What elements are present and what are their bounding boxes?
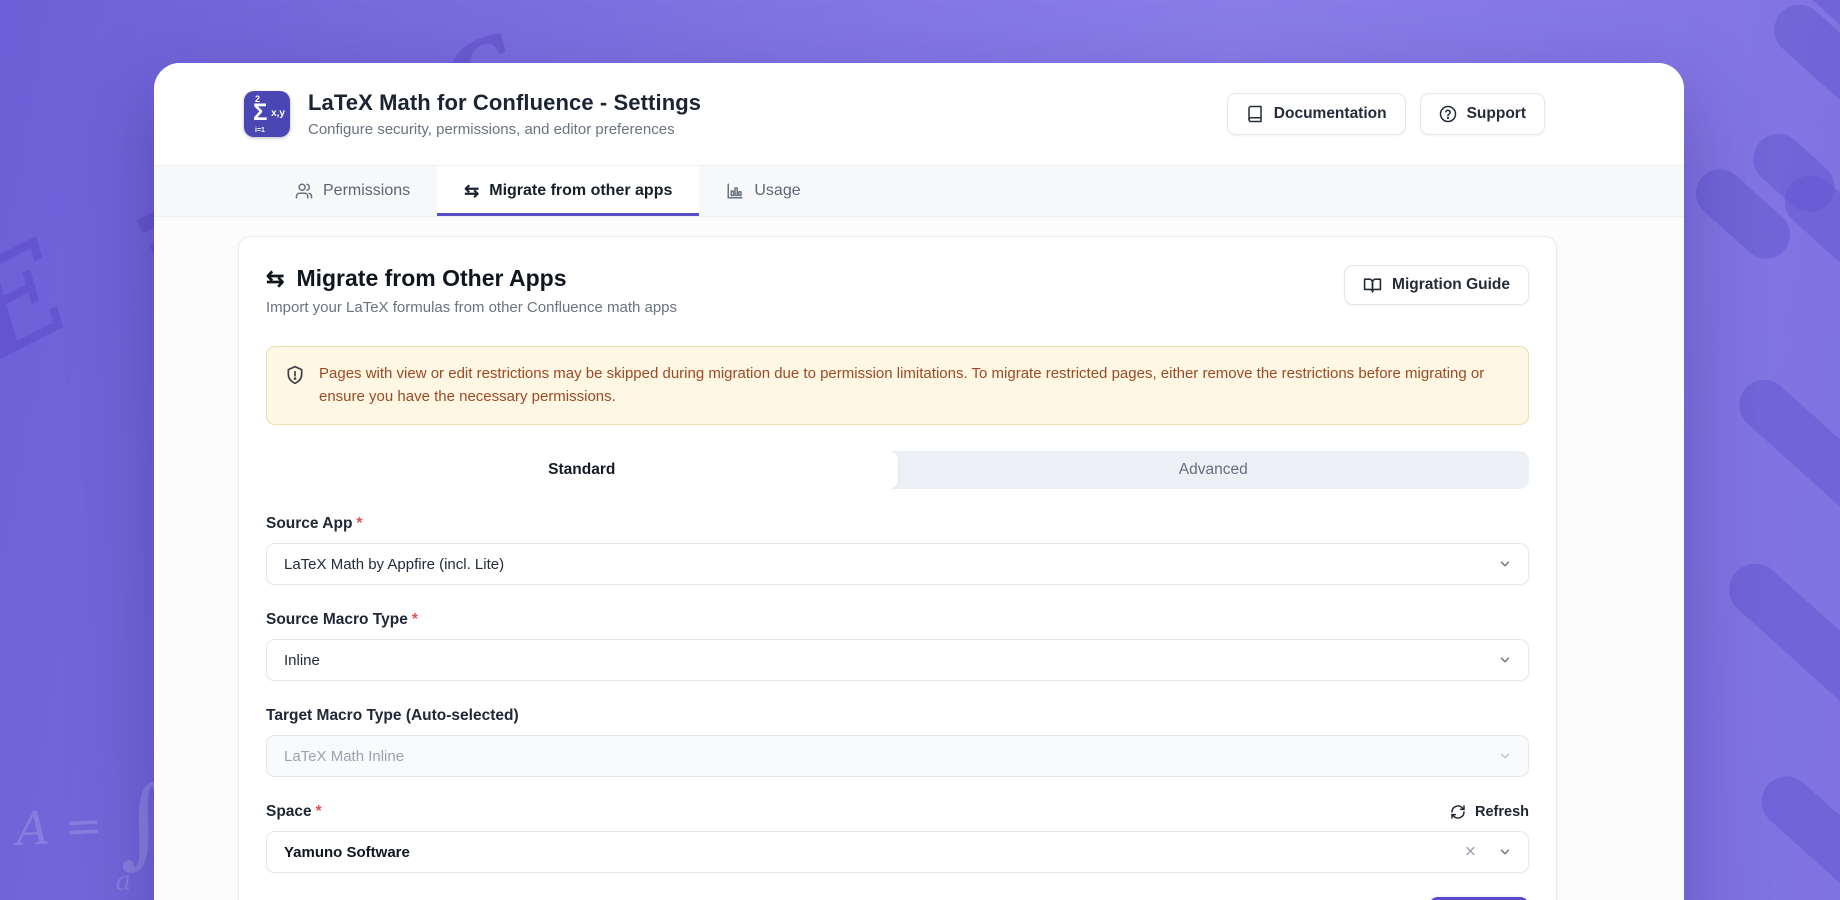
space-label: Space*: [266, 803, 322, 821]
required-asterisk: *: [356, 515, 362, 532]
migrate-panel: ⇆ Migrate from Other Apps Import your La…: [238, 236, 1557, 900]
refresh-icon: [1450, 804, 1466, 820]
permissions-warning-banner: Pages with view or edit restrictions may…: [266, 346, 1529, 425]
chevron-down-icon: [1498, 749, 1512, 763]
clear-selection-icon[interactable]: ×: [1465, 843, 1476, 862]
tab-migrate-from-other-apps[interactable]: ⇆ Migrate from other apps: [437, 166, 699, 216]
panel-subtitle: Import your LaTeX formulas from other Co…: [266, 299, 677, 316]
page-title: LaTeX Math for Confluence - Settings: [308, 90, 1227, 116]
chevron-down-icon: [1498, 653, 1512, 667]
source-macro-type-select[interactable]: Inline: [266, 639, 1529, 681]
shield-alert-icon: [285, 363, 305, 385]
tab-bar: Permissions ⇆ Migrate from other apps Us…: [154, 165, 1684, 217]
mode-standard[interactable]: Standard: [266, 451, 898, 489]
target-macro-type-label: Target Macro Type (Auto-selected): [266, 707, 519, 725]
decor-streak: [1719, 553, 1840, 779]
field-target-macro-type: Target Macro Type (Auto-selected) LaTeX …: [266, 707, 1529, 777]
documentation-button[interactable]: Documentation: [1227, 93, 1406, 135]
help-circle-icon: [1439, 105, 1457, 123]
refresh-button[interactable]: Refresh: [1450, 804, 1529, 820]
source-macro-type-label: Source Macro Type*: [266, 611, 418, 629]
required-asterisk: *: [316, 803, 322, 820]
panel-title: ⇆ Migrate from Other Apps: [266, 265, 677, 292]
tab-usage[interactable]: Usage: [699, 166, 827, 216]
tab-permissions[interactable]: Permissions: [268, 166, 437, 216]
tab-content: ⇆ Migrate from Other Apps Import your La…: [154, 217, 1684, 900]
mode-toggle: Standard Advanced: [266, 451, 1529, 489]
open-book-icon: [1363, 276, 1382, 295]
app-logo-icon: 2 Σ i=1 x,y: [244, 91, 290, 137]
panel-header: ⇆ Migrate from Other Apps Import your La…: [266, 265, 1529, 316]
book-icon: [1246, 105, 1264, 123]
decor-streak: [1751, 766, 1840, 900]
mode-advanced[interactable]: Advanced: [898, 451, 1530, 489]
page-subtitle: Configure security, permissions, and edi…: [308, 121, 1227, 138]
field-source-app: Source App* LaTeX Math by Appfire (incl.…: [266, 515, 1529, 585]
field-source-macro-type: Source Macro Type* Inline: [266, 611, 1529, 681]
swap-arrows-icon: ⇆: [266, 268, 284, 290]
app-titles: LaTeX Math for Confluence - Settings Con…: [308, 90, 1227, 138]
support-button[interactable]: Support: [1420, 93, 1545, 135]
app-header: 2 Σ i=1 x,y LaTeX Math for Confluence - …: [154, 63, 1684, 165]
space-select[interactable]: Yamuno Software ×: [266, 831, 1529, 873]
warning-text: Pages with view or edit restrictions may…: [319, 363, 1510, 408]
required-asterisk: *: [412, 611, 418, 628]
source-app-label: Source App*: [266, 515, 362, 533]
chevron-down-icon: [1498, 557, 1512, 571]
decor-streak: [1729, 370, 1840, 541]
swap-arrows-icon: ⇆: [464, 182, 479, 200]
field-space: Space* Refresh Yamuno Software ×: [266, 803, 1529, 873]
target-macro-type-select: LaTeX Math Inline: [266, 735, 1529, 777]
bar-chart-icon: [726, 182, 744, 200]
migration-guide-button[interactable]: Migration Guide: [1344, 265, 1529, 305]
chevron-down-icon: [1498, 845, 1512, 859]
settings-window: 2 Σ i=1 x,y LaTeX Math for Confluence - …: [154, 63, 1684, 900]
integral-prefix: A =: [15, 797, 104, 855]
header-actions: Documentation Support: [1227, 93, 1545, 135]
source-app-select[interactable]: LaTeX Math by Appfire (incl. Lite): [266, 543, 1529, 585]
users-icon: [295, 182, 313, 200]
